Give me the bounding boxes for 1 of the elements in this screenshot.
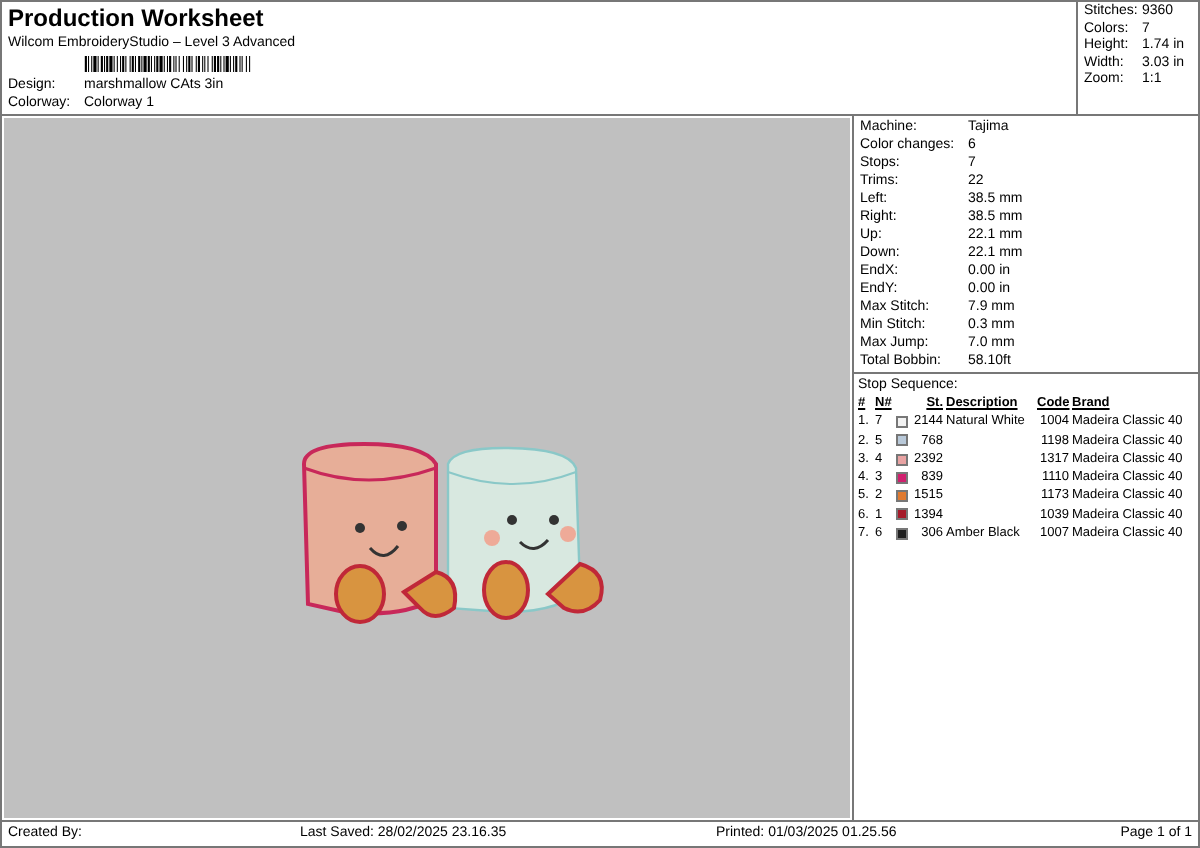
worksheet-title: Production Worksheet	[8, 4, 266, 34]
